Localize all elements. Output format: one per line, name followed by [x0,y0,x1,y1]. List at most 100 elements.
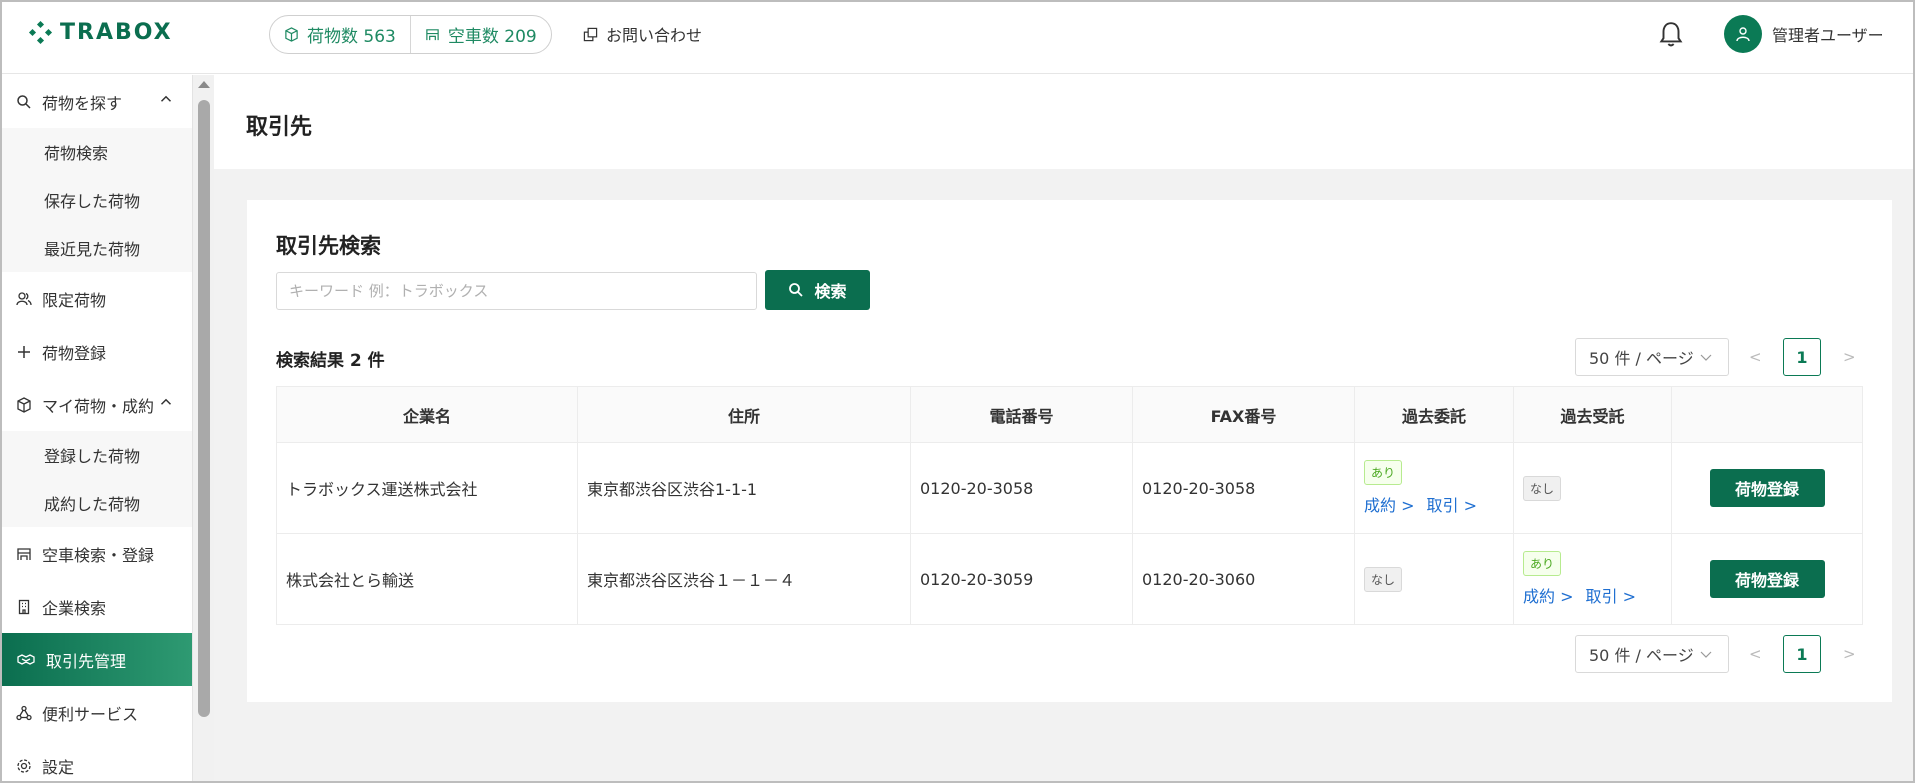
sidebar-item-settings[interactable]: 設定 [2,739,192,781]
next-page-button[interactable]: > [1843,348,1856,366]
prev-page-button[interactable]: < [1749,645,1765,663]
page-title: 取引先 [246,115,313,140]
page-number-1[interactable]: 1 [1783,635,1821,673]
user-name: 管理者ユーザー [1772,26,1884,45]
external-link-icon [583,27,598,41]
cargo-register-button[interactable]: 荷物登録 [1709,560,1825,598]
status-badge: あり [1364,460,1403,485]
page-header: 取引先 [214,75,1913,169]
result-count: 検索結果 2 件 [276,351,385,371]
page-size-select[interactable]: 50 件 / ページ [1575,635,1729,673]
chevron-up-icon [160,398,172,405]
garage-icon [426,29,439,41]
sidebar-item-search-cargo[interactable]: 荷物を探す [2,75,192,128]
cargo-count[interactable]: 荷物数 563 [270,16,410,53]
col-header-phone: 電話番号 [910,386,1133,443]
chevron-down-icon [1700,651,1712,658]
sidebar-item-saved-cargo[interactable]: 保存した荷物 [2,176,192,224]
search-submenu: 荷物検索 保存した荷物 最近見た荷物 [2,128,192,272]
logo[interactable]: TRABOX [28,20,173,45]
handshake-icon [17,653,35,665]
cell-phone: 0120-20-3058 [910,442,1133,534]
sidebar: 荷物を探す 荷物検索 保存した荷物 最近見た荷物 限定荷物 荷物登録 マイ荷物・… [2,75,193,781]
stats-pill: 荷物数 563 空車数 209 [269,15,552,54]
col-header-company: 企業名 [276,386,578,443]
sidebar-item-my-cargo[interactable]: マイ荷物・成約 [2,378,192,431]
transaction-link[interactable]: 取引 > [1586,583,1637,607]
sidebar-item-label: 設定 [42,757,75,777]
cell-fax: 0120-20-3060 [1132,533,1355,625]
building-icon [18,599,30,614]
sidebar-item-limited-cargo[interactable]: 限定荷物 [2,272,192,325]
table-row: 株式会社とら輸送 東京都渋谷区渋谷１－１－４ 0120-20-3059 0120… [276,533,1863,625]
truck-count-label: 空車数 209 [447,27,537,47]
main-content: 取引先 取引先検索 検索 検索結果 2 件 50 件 / ページ < 1 > 企… [214,75,1913,781]
status-badge: あり [1523,551,1562,576]
table-header-row: 企業名 住所 電話番号 FAX番号 過去委託 過去受託 [276,386,1863,443]
sidebar-item-cargo-register[interactable]: 荷物登録 [2,325,192,378]
card-title: 取引先検索 [276,234,381,258]
search-input[interactable] [276,272,757,310]
pagination-top: 50 件 / ページ < 1 > [1575,338,1856,376]
sidebar-item-services[interactable]: 便利サービス [2,686,192,739]
sidebar-item-truck[interactable]: 空車検索・登録 [2,527,192,580]
table-row: トラボックス運送株式会社 東京都渋谷区渋谷1-1-1 0120-20-3058 … [276,442,1863,534]
sidebar-item-label: 荷物を探す [42,93,123,113]
cell-past-accept: なし [1513,442,1672,534]
cell-company: 株式会社とら輸送 [276,533,578,625]
sidebar-item-label: 取引先管理 [46,651,127,671]
box-icon [285,27,298,42]
contract-link[interactable]: 成約 > [1523,583,1574,607]
cell-address: 東京都渋谷区渋谷1-1-1 [577,442,911,534]
col-header-action [1671,386,1863,443]
sidebar-scrollbar[interactable] [193,75,214,781]
col-header-past-consign: 過去委託 [1354,386,1514,443]
col-header-fax: FAX番号 [1132,386,1355,443]
truck-count[interactable]: 空車数 209 [409,16,551,53]
page-number-1[interactable]: 1 [1783,338,1821,376]
sidebar-item-cargo-search[interactable]: 荷物検索 [2,128,192,176]
page-size-value: 50 件 / ページ [1589,349,1694,368]
users-icon [16,291,32,305]
sidebar-item-label: 便利サービス [42,704,139,724]
prev-page-button[interactable]: < [1749,348,1765,366]
chevron-down-icon [1700,354,1712,361]
box-icon [17,396,31,413]
sidebar-item-recent-cargo[interactable]: 最近見た荷物 [2,224,192,272]
gear-icon [17,758,31,773]
cell-address: 東京都渋谷区渋谷１－１－４ [577,533,911,625]
scroll-thumb[interactable] [198,100,210,717]
col-header-past-accept: 過去受託 [1513,386,1672,443]
partner-search-card: 取引先検索 検索 検索結果 2 件 50 件 / ページ < 1 > 企業名 住… [247,200,1892,702]
cell-fax: 0120-20-3058 [1132,442,1355,534]
cell-past-consign: あり 成約 > 取引 > [1354,442,1514,534]
sidebar-item-partners[interactable]: 取引先管理 [2,633,192,686]
garage-icon [17,547,31,560]
transaction-link[interactable]: 取引 > [1427,492,1478,516]
next-page-button[interactable]: > [1843,645,1856,663]
cell-action: 荷物登録 [1671,442,1863,534]
sidebar-item-contracted-cargo[interactable]: 成約した荷物 [2,479,192,527]
my-cargo-submenu: 登録した荷物 成約した荷物 [2,431,192,527]
chevron-up-icon [160,95,172,102]
sidebar-item-registered-cargo[interactable]: 登録した荷物 [2,431,192,479]
contact-label: お問い合わせ [606,26,703,45]
bell-icon[interactable] [1658,20,1684,50]
sidebar-item-label: 限定荷物 [42,290,107,310]
logo-mark-icon [28,20,53,44]
sidebar-item-label: 空車検索・登録 [42,545,155,565]
contract-link[interactable]: 成約 > [1364,492,1415,516]
search-button[interactable]: 検索 [765,270,870,310]
sidebar-item-company-search[interactable]: 企業検索 [2,580,192,633]
cargo-register-button[interactable]: 荷物登録 [1709,469,1825,507]
contact-link[interactable]: お問い合わせ [583,22,702,46]
col-header-address: 住所 [577,386,911,443]
logo-text: TRABOX [60,20,173,45]
scroll-up-arrow-icon[interactable] [198,81,210,88]
user-menu[interactable]: 管理者ユーザー [1724,15,1884,53]
page-size-value: 50 件 / ページ [1589,646,1694,665]
sidebar-item-label: 企業検索 [42,598,107,618]
sidebar-item-label: マイ荷物・成約 [42,396,155,416]
page-size-select[interactable]: 50 件 / ページ [1575,338,1729,376]
top-header: TRABOX 荷物数 563 空車数 209 お問い合わせ 管理者ユーザー [0,0,1915,74]
